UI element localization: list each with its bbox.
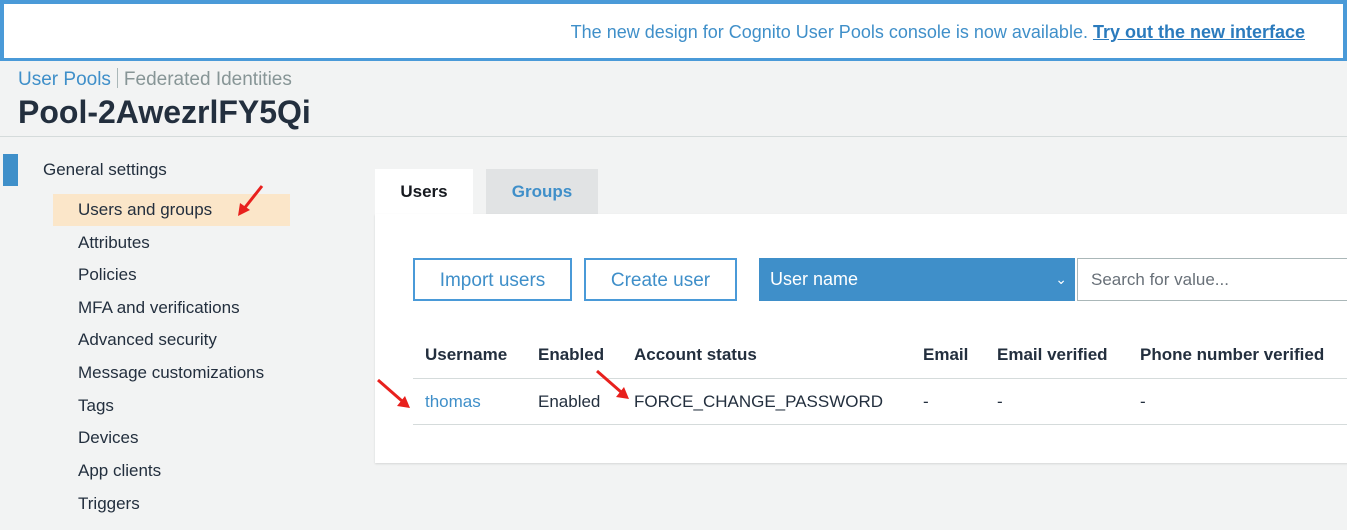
nav-separator — [116, 68, 118, 88]
tab-groups[interactable]: Groups — [486, 169, 598, 214]
sidebar-item-triggers[interactable]: Triggers — [53, 488, 290, 520]
table-header-divider — [413, 378, 1347, 379]
column-header-account-status: Account status — [634, 345, 757, 364]
column-header-username: Username — [425, 345, 508, 364]
sidebar-item-message-customizations[interactable]: Message customizations — [53, 357, 290, 389]
annotation-arrow-icon — [238, 185, 264, 216]
create-user-button[interactable]: Create user — [584, 258, 737, 301]
search-input[interactable] — [1077, 258, 1347, 301]
column-header-email: Email — [923, 345, 969, 364]
account-status-cell: FORCE_CHANGE_PASSWORD — [634, 392, 884, 411]
annotation-arrow-icon — [596, 369, 629, 399]
header-divider — [0, 136, 1347, 137]
column-header-email-verified: Email verified — [997, 345, 1108, 364]
annotation-arrow-icon — [377, 378, 410, 408]
sidebar-item-mfa-and-verifications[interactable]: MFA and verifications — [53, 292, 290, 324]
select-value: User name — [770, 269, 859, 289]
import-users-button[interactable]: Import users — [413, 258, 572, 301]
page-title: Pool-2AwezrlFY5Qi — [18, 94, 311, 130]
chevron-down-icon: ⌄ — [1055, 271, 1067, 287]
sidebar-item-devices[interactable]: Devices — [53, 422, 290, 454]
new-design-banner: The new design for Cognito User Pools co… — [0, 0, 1347, 61]
enabled-cell: Enabled — [538, 392, 601, 411]
sidebar-section-accent — [3, 154, 18, 186]
tab-users[interactable]: Users — [375, 169, 473, 214]
try-new-interface-link[interactable]: Try out the new interface — [1093, 22, 1305, 42]
sidebar-item-attributes[interactable]: Attributes — [53, 227, 290, 259]
username-cell-link[interactable]: thomas — [425, 392, 481, 412]
banner-message: The new design for Cognito User Pools co… — [571, 22, 1305, 43]
sidebar-item-policies[interactable]: Policies — [53, 259, 290, 291]
sidebar-item-tags[interactable]: Tags — [53, 390, 290, 422]
top-nav: User Pools Federated Identities — [18, 68, 292, 91]
sidebar-heading-general-settings[interactable]: General settings — [43, 160, 167, 180]
sidebar-item-advanced-security[interactable]: Advanced security — [53, 324, 290, 356]
column-header-phone-number-verified: Phone number verified — [1140, 345, 1325, 364]
phone-verified-cell: - — [1140, 392, 1146, 411]
user-pools-link[interactable]: User Pools — [18, 69, 111, 90]
column-header-enabled: Enabled — [538, 345, 605, 364]
table-row-divider — [413, 424, 1347, 425]
email-verified-cell: - — [997, 392, 1003, 411]
users-panel — [375, 214, 1347, 463]
banner-text: The new design for Cognito User Pools co… — [570, 22, 1093, 42]
search-attribute-select[interactable]: User name ⌄ — [759, 258, 1075, 301]
federated-identities-link[interactable]: Federated Identities — [124, 69, 292, 90]
email-cell: - — [923, 392, 929, 411]
sidebar-item-app-clients[interactable]: App clients — [53, 455, 290, 487]
